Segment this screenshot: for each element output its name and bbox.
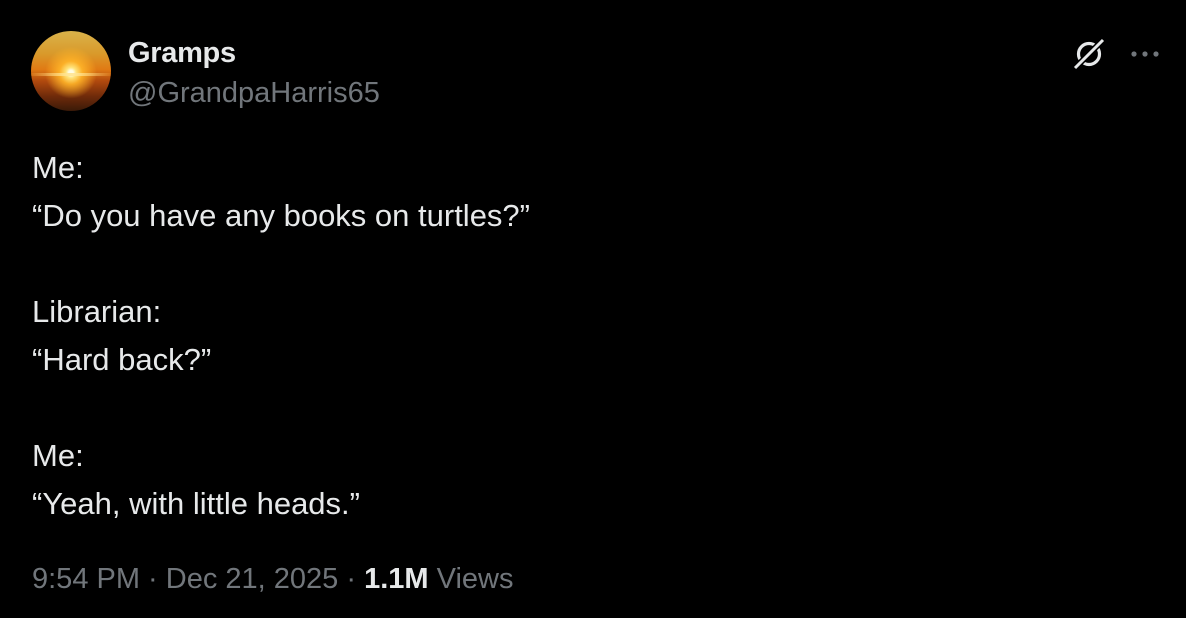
post-line: “Yeah, with little heads.”: [32, 486, 360, 521]
avatar-horizon: [31, 73, 111, 76]
author-handle[interactable]: @GrandpaHarris65: [128, 76, 380, 110]
meta-separator: ·: [338, 563, 365, 595]
post-card: Gramps @GrandpaHarris65 Me: “Do you have…: [0, 0, 1186, 618]
post-line: “Do you have any books on turtles?”: [32, 198, 530, 233]
post-date[interactable]: Dec 21, 2025: [166, 563, 339, 595]
post-line-blank: [32, 384, 1152, 432]
grok-button[interactable]: [1068, 33, 1110, 75]
post-line: Me:: [32, 438, 84, 473]
post-line: Me:: [32, 150, 84, 185]
more-options-button[interactable]: [1124, 33, 1166, 75]
post-line: Librarian:: [32, 294, 162, 329]
post-line: “Hard back?”: [32, 342, 212, 377]
post-metadata: 9:54 PM · Dec 21, 2025 · 1.1M Views: [32, 560, 513, 598]
avatar[interactable]: [31, 31, 111, 111]
grok-icon: [1072, 37, 1106, 71]
author-display-name[interactable]: Gramps: [128, 36, 236, 70]
more-dots-icon: [1131, 51, 1159, 57]
views-count[interactable]: 1.1M: [364, 563, 428, 595]
views-label: Views: [428, 563, 514, 595]
post-time[interactable]: 9:54 PM: [32, 563, 140, 595]
post-line-blank: [32, 240, 1152, 288]
meta-separator: ·: [140, 563, 166, 595]
post-text: Me: “Do you have any books on turtles?” …: [32, 144, 1152, 528]
